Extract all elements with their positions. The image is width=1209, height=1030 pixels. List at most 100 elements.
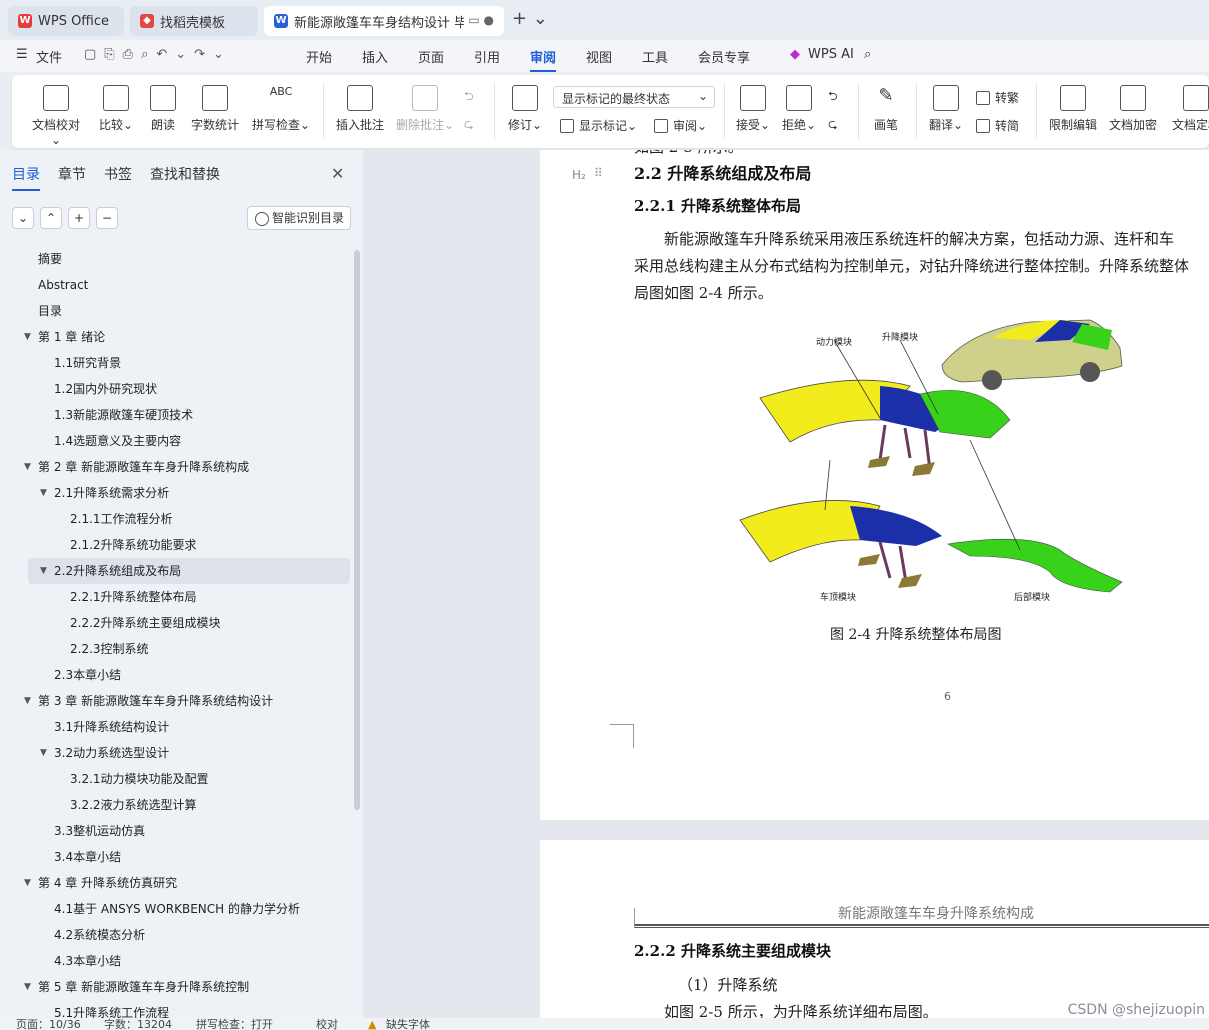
quick-access-icons[interactable]: ▢⎘⎙⌕↶⌄↷⌄ (84, 47, 232, 62)
expand-triangle-icon[interactable]: ▼ (24, 974, 31, 1000)
status-proof[interactable]: 校对 (316, 1018, 338, 1030)
smart-toc-button[interactable]: 智能识别目录 (247, 206, 351, 230)
toc-item[interactable]: 3.1升降系统结构设计 (0, 714, 350, 740)
doc-encrypt-button[interactable]: 文档加密 (1106, 83, 1160, 133)
restrict-edit-button[interactable]: 限制编辑 (1046, 83, 1100, 133)
tab-find-replace[interactable]: 查找和替换 (150, 164, 220, 184)
menu-view[interactable]: 视图 (586, 47, 612, 66)
compare-button[interactable]: 比较⌄ (98, 83, 134, 133)
toc-item[interactable]: 1.3新能源敞篷车硬顶技术 (0, 402, 350, 428)
accept-button[interactable]: 接受⌄ (734, 83, 772, 133)
show-markup-button[interactable]: 显示标记 ⌄ (560, 117, 637, 134)
delete-comment-button[interactable]: 删除批注⌄ (394, 83, 456, 133)
status-page[interactable]: 页面：10/36 (16, 1018, 81, 1030)
tab-template[interactable]: ◆ 找稻壳模板 (130, 6, 258, 36)
toc-item[interactable]: 摘要 (0, 246, 350, 272)
tab-toc[interactable]: 目录 (12, 164, 40, 191)
status-missing-font[interactable]: 缺失字体 (386, 1018, 430, 1030)
menu-start[interactable]: 开始 (306, 47, 332, 66)
toc-item[interactable]: 4.2系统模态分析 (0, 922, 350, 948)
toc-item[interactable]: 1.1研究背景 (0, 350, 350, 376)
tab-chapters[interactable]: 章节 (58, 164, 86, 184)
expand-triangle-icon[interactable]: ▼ (24, 454, 31, 480)
toc-item[interactable]: Abstract (0, 272, 350, 298)
sidebar-scrollbar[interactable] (354, 250, 360, 810)
collapse-icon[interactable]: ⌄ (12, 207, 34, 229)
close-icon[interactable]: ✕ (331, 164, 344, 183)
markup-state-select[interactable]: 显示标记的最终状态 ⌄ (553, 86, 715, 108)
toc-item[interactable]: 1.4选题意义及主要内容 (0, 428, 350, 454)
toc-item[interactable]: 3.2.2液力系统选型计算 (0, 792, 350, 818)
spell-check-button[interactable]: ABC 拼写检查⌄ (250, 83, 312, 133)
to-simplified-button[interactable]: 转简 (976, 117, 1019, 134)
toc-item[interactable]: 3.3整机运动仿真 (0, 818, 350, 844)
prev-change-icon[interactable]: ⮌ (828, 87, 838, 108)
toc-item[interactable]: ▼ 3.2动力系统选型设计 (0, 740, 350, 766)
revise-button[interactable]: 修订⌄ (506, 83, 544, 133)
tab-bookmarks[interactable]: 书签 (104, 164, 132, 184)
tab-close-dot-icon[interactable]: ▭ ● (464, 13, 494, 27)
toc-item[interactable]: 3.4本章小结 (0, 844, 350, 870)
menu-tools[interactable]: 工具 (642, 47, 668, 66)
insert-comment-button[interactable]: 插入批注 (334, 83, 386, 133)
toc-item[interactable]: 4.3本章小结 (0, 948, 350, 974)
menu-page[interactable]: 页面 (418, 47, 444, 66)
expand-up-icon[interactable]: ⌃ (40, 207, 62, 229)
to-traditional-button[interactable]: 转繁 (976, 89, 1019, 106)
toc-item[interactable]: ▼ 第 4 章 升降系统仿真研究 (0, 870, 350, 896)
expand-triangle-icon[interactable]: ▼ (24, 688, 31, 714)
toc-item[interactable]: ▼ 第 2 章 新能源敞篷车车身升降系统构成 (0, 454, 350, 480)
document-canvas[interactable]: 如图 2-3 所示。 H₂ ⠿ 2.2 升降系统组成及布局 2.2.1 升降系统… (363, 150, 1209, 1018)
next-comment-icon[interactable]: ⮎ (464, 115, 474, 136)
tab-document[interactable]: W 新能源敞篷车车身结构设计 毕 ▭ ● (264, 6, 504, 36)
toc-item[interactable]: 2.3本章小结 (0, 662, 350, 688)
new-tab-plus-icon[interactable]: + ⌄ (512, 8, 548, 29)
toc-item[interactable]: 4.1基于 ANSYS WORKBENCH 的静力学分析 (0, 896, 350, 922)
expand-triangle-icon[interactable]: ▼ (24, 324, 31, 350)
read-aloud-button[interactable]: 朗读 (148, 83, 178, 133)
pen-button[interactable]: ✎ 画笔 (870, 83, 902, 133)
add-heading-icon[interactable]: + (68, 207, 90, 229)
toc-item[interactable]: 2.2.2升降系统主要组成模块 (0, 610, 350, 636)
search-icon[interactable]: ⌕ (864, 47, 871, 62)
toc-item[interactable]: 1.2国内外研究现状 (0, 376, 350, 402)
menu-review[interactable]: 审阅 (530, 47, 557, 72)
menu-insert[interactable]: 插入 (362, 47, 388, 66)
toc-item-label: 目录 (38, 304, 63, 318)
toc-item[interactable]: 2.2.3控制系统 (0, 636, 350, 662)
toc-item[interactable]: ▼ 第 3 章 新能源敞篷车车身升降系统结构设计 (0, 688, 350, 714)
toc-item-label: 3.3整机运动仿真 (54, 824, 146, 838)
menu-reference[interactable]: 引用 (474, 47, 500, 66)
drag-handle-icon[interactable]: ⠿ (594, 166, 603, 180)
expand-triangle-icon[interactable]: ▼ (40, 558, 47, 584)
toc-item[interactable]: ▼ 第 5 章 新能源敞篷车车身升降系统控制 (0, 974, 350, 1000)
menu-file[interactable]: 文件 (36, 47, 62, 66)
toc-item[interactable]: 目录 (0, 298, 350, 324)
toc-item[interactable]: 3.2.1动力模块功能及配置 (0, 766, 350, 792)
expand-triangle-icon[interactable]: ▼ (40, 480, 47, 506)
remove-heading-icon[interactable]: − (96, 207, 118, 229)
status-spell[interactable]: 拼写检查：打开 (196, 1018, 273, 1030)
review-pane-button[interactable]: 审阅 ⌄ (654, 117, 707, 134)
toc-item[interactable]: ▼ 2.1升降系统需求分析 (0, 480, 350, 506)
body-line: 采用总线构建主从分布式结构为控制单元，对钻升降统进行整体控制。升降系统整体 (634, 257, 1190, 275)
toc-item[interactable]: 2.1.2升降系统功能要求 (0, 532, 350, 558)
menu-wps-ai[interactable]: WPS AI (808, 47, 854, 62)
doc-final-button[interactable]: 文档定稿 (1166, 83, 1209, 133)
toc-item[interactable]: 2.1.1工作流程分析 (0, 506, 350, 532)
reject-button[interactable]: 拒绝⌄ (780, 83, 818, 133)
toc-item[interactable]: ▼ 第 1 章 绪论 (0, 324, 350, 350)
status-words[interactable]: 字数：13204 (104, 1018, 172, 1030)
tab-wps-office[interactable]: W WPS Office (8, 6, 124, 36)
next-change-icon[interactable]: ⮎ (828, 115, 838, 136)
hamburger-icon[interactable]: ☰ (16, 47, 28, 62)
word-count-button[interactable]: 字数统计 (190, 83, 240, 133)
prev-comment-icon[interactable]: ⮌ (464, 87, 474, 108)
translate-button[interactable]: 翻译⌄ (926, 83, 966, 133)
toc-item[interactable]: ▼ 2.2升降系统组成及布局 (28, 558, 350, 584)
expand-triangle-icon[interactable]: ▼ (24, 870, 31, 896)
menu-member[interactable]: 会员专享 (698, 47, 750, 66)
doc-compare-button[interactable]: 文档校对⌄ (28, 83, 84, 147)
expand-triangle-icon[interactable]: ▼ (40, 740, 47, 766)
toc-item[interactable]: 2.2.1升降系统整体布局 (0, 584, 350, 610)
